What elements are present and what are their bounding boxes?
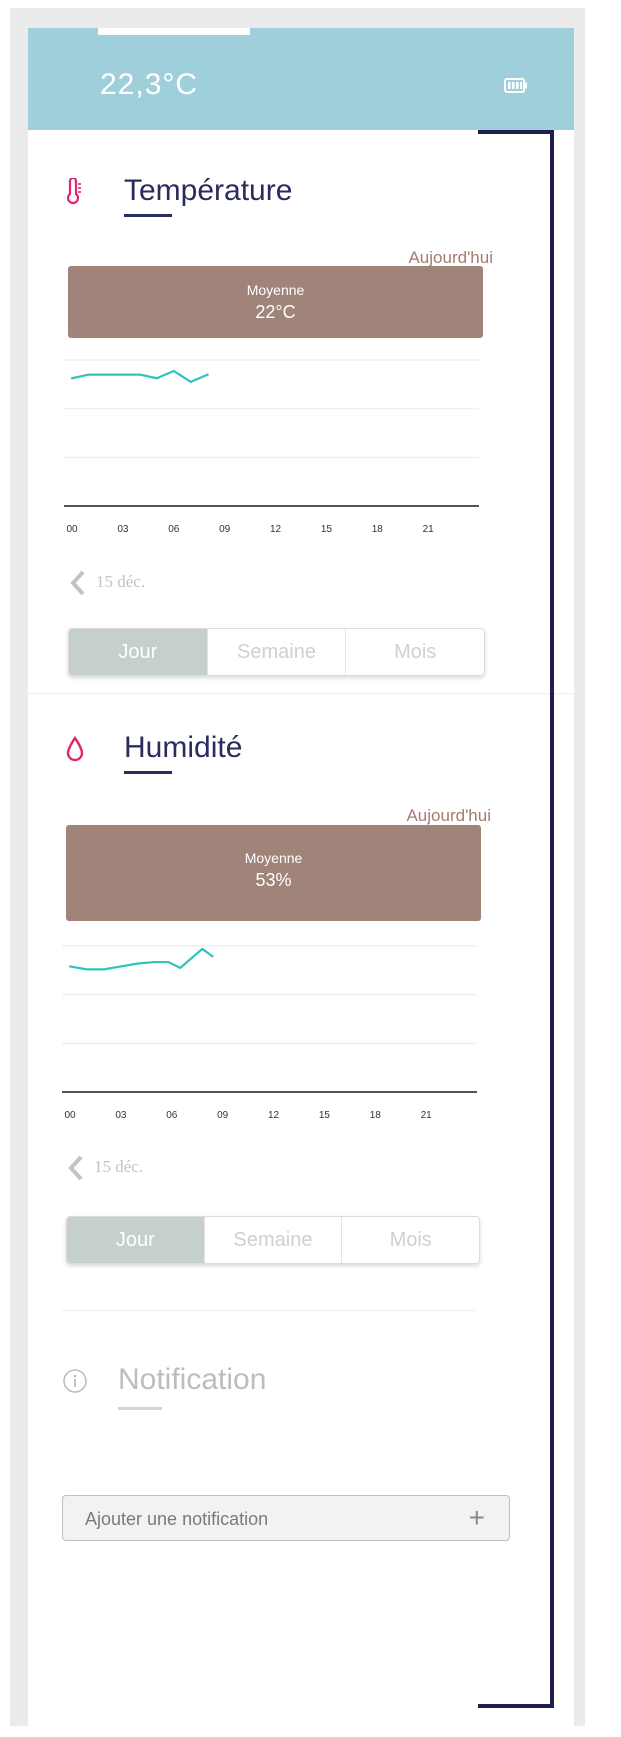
series-line: [70, 369, 209, 384]
x-tick-label: 09: [219, 524, 231, 535]
notification-title: Notification: [118, 1363, 267, 1396]
segment-week[interactable]: Semaine: [203, 1217, 342, 1263]
temperature-period-label[interactable]: Aujourd'hui: [368, 248, 493, 268]
x-tick-label: 06: [166, 1110, 178, 1121]
segment-month[interactable]: Mois: [345, 629, 484, 675]
chevron-left-icon[interactable]: [68, 568, 88, 598]
x-tick-label: 09: [217, 1110, 229, 1121]
humidity-period-label[interactable]: Aujourd'hui: [366, 806, 491, 826]
x-tick-label: 12: [268, 1110, 280, 1121]
humidity-average-box: Moyenne 53%: [66, 825, 481, 921]
chevron-left-icon[interactable]: [66, 1153, 86, 1183]
segment-week[interactable]: Semaine: [206, 629, 346, 675]
humidity-title: Humidité: [124, 731, 243, 764]
add-notification-button[interactable]: Ajouter une notification +: [62, 1495, 510, 1541]
x-tick-label: 06: [168, 524, 180, 535]
humidity-period-selector[interactable]: Jour Semaine Mois: [66, 1216, 480, 1264]
x-tick-label: 15: [321, 524, 333, 535]
x-tick-label: 18: [370, 1110, 382, 1121]
x-tick-label: 00: [66, 524, 78, 535]
temperature-average-label: Moyenne: [246, 282, 305, 298]
humidity-average-value: 53%: [255, 870, 292, 890]
temperature-title: Température: [124, 174, 293, 207]
humidity-average-label: Moyenne: [244, 850, 303, 866]
notification-title-underline: [118, 1407, 162, 1410]
battery-icon: [504, 78, 527, 93]
segment-day[interactable]: Jour: [67, 1217, 204, 1263]
segment-day[interactable]: Jour: [69, 629, 207, 675]
temperature-title-underline: [124, 214, 172, 217]
humidity-date: 15 déc.: [94, 1157, 144, 1176]
temperature-period-selector[interactable]: Jour Semaine Mois: [68, 628, 485, 676]
segment-month[interactable]: Mois: [341, 1217, 479, 1263]
section-divider: [62, 1310, 476, 1311]
x-tick-label: 03: [115, 1110, 127, 1121]
humidity-chart: 00 03 06 09 12 15 18 21: [62, 945, 477, 1121]
droplet-icon: [66, 736, 84, 762]
x-tick-label: 21: [423, 524, 435, 535]
active-tab-indicator: [98, 28, 250, 35]
humidity-title-underline: [124, 771, 172, 774]
add-notification-label: Ajouter une notification: [85, 1509, 269, 1529]
current-temperature: 22,3°C: [100, 68, 199, 101]
x-tick-label: 00: [64, 1110, 76, 1121]
humidity-date-nav[interactable]: 15 déc.: [66, 1153, 216, 1183]
x-tick-label: 21: [421, 1110, 433, 1121]
temperature-average-value: 22°C: [255, 302, 296, 322]
series-line: [68, 947, 214, 971]
x-tick-label: 15: [319, 1110, 331, 1121]
status-header: 22,3°C: [28, 28, 574, 130]
x-tick-label: 18: [372, 524, 384, 535]
temperature-chart: 00 03 06 09 12 15 18 21: [64, 359, 479, 535]
bracket-annotation: [478, 130, 554, 1708]
x-tick-label: 12: [270, 524, 282, 535]
temperature-date-nav[interactable]: 15 déc.: [68, 568, 218, 598]
temperature-date: 15 déc.: [96, 572, 146, 591]
x-tick-label: 03: [117, 524, 129, 535]
thermometer-icon: [66, 178, 81, 205]
temperature-average-box: Moyenne 22°C: [68, 266, 483, 338]
info-icon: [63, 1369, 87, 1393]
